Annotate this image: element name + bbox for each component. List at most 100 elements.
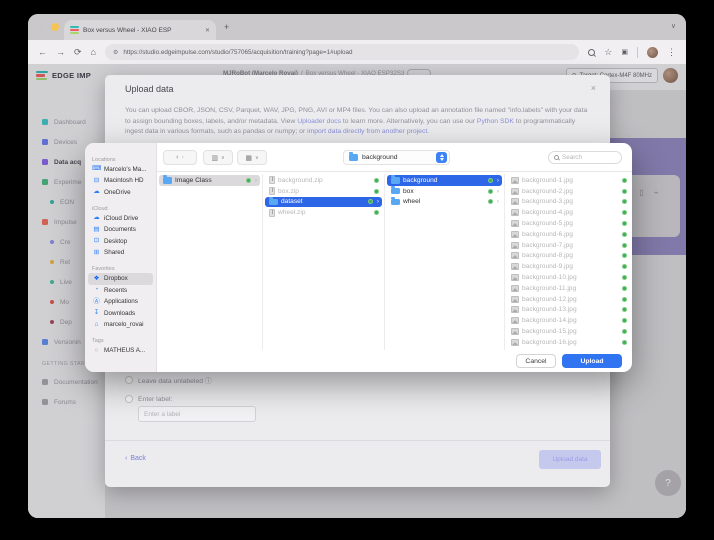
new-tab-button[interactable]: + xyxy=(224,22,229,32)
file-label: background-4.jpg xyxy=(522,209,573,216)
column-view-button[interactable]: ▥ ∨ xyxy=(203,150,233,165)
file-row[interactable]: background-6.jpg xyxy=(507,229,630,240)
sync-badge-icon xyxy=(374,178,379,183)
sync-badge-icon xyxy=(488,178,493,183)
minimize-window-button[interactable] xyxy=(51,23,59,31)
site-settings-icon[interactable]: ⚙ xyxy=(113,49,118,56)
finder-sidebar-item[interactable]: Macintosh HD xyxy=(88,175,153,187)
finder-sidebar-item[interactable]: Dropbox xyxy=(88,273,153,285)
file-row[interactable]: background-5.jpg xyxy=(507,218,630,229)
file-row[interactable]: background-14.jpg xyxy=(507,315,630,326)
toolbar-divider xyxy=(637,47,638,58)
finder-sidebar-item[interactable]: Downloads xyxy=(88,308,153,320)
search-input[interactable] xyxy=(562,154,616,161)
back-icon[interactable]: ‹ xyxy=(176,154,178,161)
upload-data-button[interactable]: Upload data xyxy=(539,450,601,469)
finder-sidebar-item[interactable]: Favorites xyxy=(88,262,153,274)
chevron-right-icon: › xyxy=(497,177,499,184)
file-row[interactable]: background-12.jpg xyxy=(507,294,630,305)
finder-sidebar-item[interactable]: OneDrive xyxy=(88,187,153,199)
finder-sidebar-item[interactable]: Applications xyxy=(88,296,153,308)
leave-unlabeled-radio[interactable]: Leave data unlabeled ⓘ xyxy=(125,375,212,385)
radio-icon[interactable] xyxy=(125,376,133,384)
cancel-button[interactable]: Cancel xyxy=(516,354,556,368)
image-icon xyxy=(511,263,519,270)
search-icon[interactable] xyxy=(588,49,595,56)
sync-badge-icon xyxy=(622,178,627,183)
file-row[interactable]: Image Class › xyxy=(159,175,260,186)
url-bar[interactable]: ⚙ https://studio.edgeimpulse.com/studio/… xyxy=(105,44,579,60)
uploader-docs-link[interactable]: Uploader docs xyxy=(297,118,341,125)
file-row[interactable]: background-16.jpg xyxy=(507,337,630,348)
file-row[interactable]: background-10.jpg xyxy=(507,272,630,283)
sync-badge-icon xyxy=(622,318,627,323)
finder-search-field[interactable] xyxy=(548,151,622,164)
forward-icon[interactable]: → xyxy=(56,47,65,57)
radio-icon[interactable] xyxy=(125,395,133,403)
zip-icon xyxy=(269,187,275,195)
reload-icon[interactable]: ⟳ xyxy=(74,47,82,58)
file-row[interactable]: background-4.jpg xyxy=(507,207,630,218)
image-icon xyxy=(511,242,519,249)
finder-sidebar-item[interactable]: iCloud xyxy=(88,201,153,213)
finder-sidebar-item[interactable]: Locations xyxy=(88,152,153,164)
file-row[interactable]: background.zip xyxy=(265,175,382,186)
group-view-button[interactable]: ▦ ∨ xyxy=(237,150,267,165)
home-icon xyxy=(92,322,101,329)
file-row[interactable]: background-9.jpg xyxy=(507,261,630,272)
tab-close-icon[interactable]: ✕ xyxy=(205,27,210,34)
file-row[interactable]: wheel.zip xyxy=(265,207,382,218)
sync-badge-icon xyxy=(374,210,379,215)
file-row[interactable]: background-2.jpg xyxy=(507,186,630,197)
file-label: background-10.jpg xyxy=(522,274,577,281)
upload-button[interactable]: Upload xyxy=(562,354,622,368)
file-row[interactable]: dataset › xyxy=(265,197,382,208)
file-row[interactable]: box.zip xyxy=(265,186,382,197)
finder-sidebar-label: marcelo_rovai xyxy=(104,321,144,328)
enter-label-radio[interactable]: Enter label: xyxy=(125,395,172,403)
label-input[interactable] xyxy=(138,406,256,422)
forward-icon[interactable]: › xyxy=(182,154,184,161)
nav-buttons[interactable]: ‹ › xyxy=(163,150,197,165)
folder-dropdown[interactable]: background xyxy=(343,150,450,165)
close-window-button[interactable] xyxy=(38,23,46,31)
back-icon[interactable]: ← xyxy=(38,47,47,57)
finder-sidebar-item[interactable]: marcelo_rovai xyxy=(88,319,153,331)
file-row[interactable]: background-1.jpg xyxy=(507,175,630,186)
folder-icon xyxy=(269,199,278,206)
back-link[interactable]: ‹ Back xyxy=(125,455,146,462)
finder-sidebar-item[interactable]: Documents xyxy=(88,224,153,236)
finder-sidebar-item[interactable]: iCloud Drive xyxy=(88,213,153,225)
search-icon xyxy=(554,155,559,160)
radio-label: Leave data unlabeled ⓘ xyxy=(138,375,212,385)
file-row[interactable]: background-15.jpg xyxy=(507,326,630,337)
python-sdk-link[interactable]: Python SDK xyxy=(477,118,514,125)
extensions-icon[interactable]: ▣ xyxy=(621,48,628,56)
import-data-link[interactable]: import data directly from another projec… xyxy=(307,128,427,135)
finder-sidebar-item[interactable]: Desktop xyxy=(88,236,153,248)
dropdown-stepper-icon[interactable] xyxy=(436,152,447,163)
finder-sidebar-item[interactable]: Shared xyxy=(88,247,153,259)
file-row[interactable]: wheel › xyxy=(387,197,502,208)
finder-dialog: Locations Marcelo's Ma... Macintosh HD O… xyxy=(85,143,632,372)
modal-close-icon[interactable]: × xyxy=(591,83,596,93)
file-row[interactable]: background-8.jpg xyxy=(507,251,630,262)
window-chevron-icon[interactable]: ∨ xyxy=(671,22,676,30)
browser-menu-icon[interactable]: ⋮ xyxy=(667,47,676,58)
file-row[interactable]: background-11.jpg xyxy=(507,283,630,294)
bookmark-star-icon[interactable]: ☆ xyxy=(604,47,612,58)
finder-sidebar-item[interactable]: Tags xyxy=(88,334,153,346)
file-row[interactable]: background-3.jpg xyxy=(507,197,630,208)
finder-sidebar-item[interactable]: Recents xyxy=(88,285,153,297)
file-row[interactable]: background-13.jpg xyxy=(507,305,630,316)
file-row[interactable]: background › xyxy=(387,175,502,186)
file-row[interactable]: background-7.jpg xyxy=(507,240,630,251)
finder-sidebar-label: Recents xyxy=(104,287,127,294)
home-icon[interactable]: ⌂ xyxy=(91,47,96,57)
file-label: background-1.jpg xyxy=(522,177,573,184)
browser-tab[interactable]: Box versus Wheel - XIAO ESP ✕ xyxy=(64,20,216,40)
file-row[interactable]: box › xyxy=(387,186,502,197)
finder-sidebar-item[interactable]: Marcelo's Ma... xyxy=(88,164,153,176)
gallery-view-icon: ▦ xyxy=(245,154,252,162)
browser-profile-avatar[interactable] xyxy=(647,47,658,58)
